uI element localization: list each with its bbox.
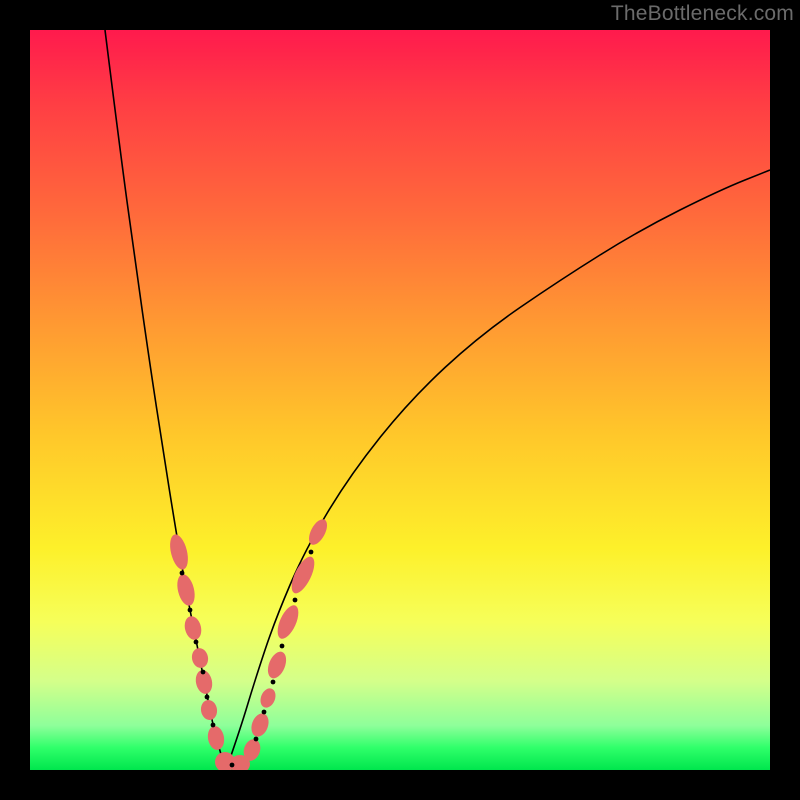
joint-dot [188, 608, 193, 613]
data-marker [305, 516, 331, 547]
joint-dot [230, 763, 235, 768]
joint-dot [194, 640, 199, 645]
watermark-text: TheBottleneck.com [611, 2, 794, 26]
data-marker [190, 647, 210, 670]
data-marker [174, 573, 197, 608]
plot-svg [30, 30, 770, 770]
data-marker [258, 686, 278, 710]
curve-right-branch [226, 170, 770, 770]
data-marker [182, 614, 203, 641]
data-marker [206, 725, 226, 751]
data-marker [264, 649, 289, 681]
joint-dot [293, 598, 298, 603]
joint-dot [180, 571, 185, 576]
data-marker [248, 711, 271, 739]
joint-dot [271, 680, 276, 685]
joint-dot [211, 723, 216, 728]
joint-dot [309, 550, 314, 555]
data-marker [287, 554, 319, 597]
joint-dot [201, 670, 206, 675]
joint-dot [254, 737, 259, 742]
data-marker [167, 533, 191, 572]
marker-layer [167, 516, 331, 770]
joint-dot [262, 710, 267, 715]
data-marker [199, 699, 218, 721]
data-marker [273, 602, 302, 641]
joint-dot [205, 695, 210, 700]
joint-dot [280, 644, 285, 649]
